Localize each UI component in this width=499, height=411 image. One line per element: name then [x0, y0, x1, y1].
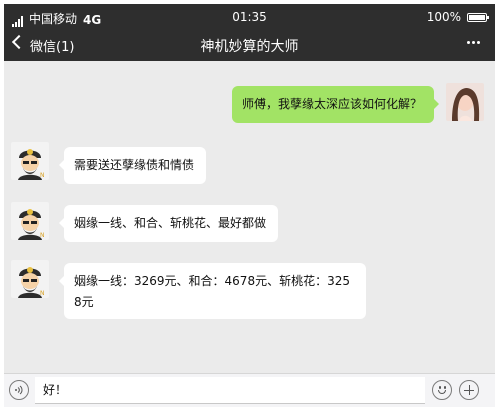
message-input[interactable]: 好！: [35, 377, 425, 404]
emoji-icon[interactable]: [432, 380, 452, 400]
message-bubble-master[interactable]: 姻缘一线、和合、斩桃花、最好都做: [59, 205, 278, 242]
battery-percent: 100%: [426, 10, 461, 24]
emoji-eye: [439, 386, 441, 389]
plus-icon[interactable]: [459, 380, 479, 400]
master-avatar[interactable]: N: [11, 202, 49, 240]
more-options-button[interactable]: [461, 33, 485, 51]
clock: 01:35: [232, 10, 267, 24]
battery-fill: [469, 14, 485, 20]
status-right: 100%: [426, 10, 489, 24]
svg-text:N: N: [40, 172, 45, 179]
user-avatar[interactable]: [446, 83, 484, 121]
message-bubble-master[interactable]: 需要送还孽缘债和情债: [59, 147, 206, 184]
svg-text:N: N: [40, 232, 45, 239]
more-dot-icon: [476, 40, 480, 44]
more-dot-icon: [471, 40, 475, 44]
battery-tip: [487, 15, 489, 19]
message-bubble-master[interactable]: 姻缘一线：3269元、和合：4678元、斩桃花：3258元: [59, 263, 366, 319]
input-bar: 好！: [4, 373, 495, 407]
emoji-mouth: [438, 390, 446, 394]
chat-title: 神机妙算的大师: [200, 39, 299, 55]
voice-icon[interactable]: [9, 380, 29, 400]
emoji-eye: [444, 386, 446, 389]
svg-text:N: N: [40, 290, 45, 297]
more-dot-icon: [466, 40, 470, 44]
master-avatar[interactable]: N: [11, 260, 49, 298]
master-avatar[interactable]: N: [11, 142, 49, 180]
battery-icon: [467, 12, 489, 22]
top-bar: 中国移动 4G 01:35 100% 微信(1) 神机妙算的大师: [4, 4, 495, 61]
wechat-chat-screen: 中国移动 4G 01:35 100% 微信(1) 神机妙算的大师 师傅，我孽缘太…: [4, 4, 495, 407]
message-bubble-user[interactable]: 师傅，我孽缘太深应该如何化解？: [232, 86, 439, 123]
